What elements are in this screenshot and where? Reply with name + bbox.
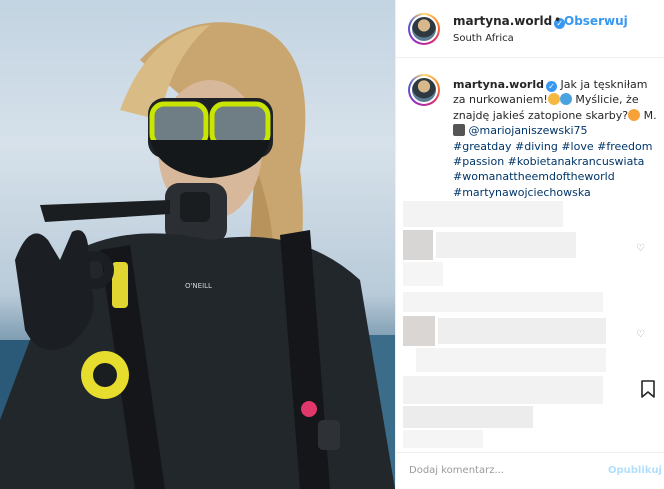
blurred-comment [403,292,603,312]
blurred-comment [403,262,443,286]
post-header: martyna.world ✓ • Obserwuj South Africa [396,0,664,58]
add-comment-bar: Dodaj komentarz... Opublikuj [396,452,664,489]
comment-input[interactable]: Dodaj komentarz... [409,465,504,476]
hashtag[interactable]: #greatday [453,140,512,153]
post-photo[interactable]: O'NEILL [0,0,395,489]
follow-button[interactable]: Obserwuj [564,14,628,28]
hashtag[interactable]: #diving [515,140,558,153]
caption-mention[interactable]: @mariojaniszewski75 [469,124,588,137]
instagram-post: O'NEILL martyna.world ✓ • Obserwuj South … [0,0,664,489]
hashtag[interactable]: #love [561,140,593,153]
blurred-comment [403,201,563,227]
author-avatar[interactable] [408,13,440,45]
diver-illustration: O'NEILL [0,22,395,489]
blurred-comment [416,348,606,372]
caption-username[interactable]: martyna.world [453,78,544,91]
hashtag[interactable]: #passion [453,155,504,168]
blurred-comment [403,376,603,404]
post-side-panel: martyna.world ✓ • Obserwuj South Africa m… [395,0,664,489]
blurred-comment [438,318,606,344]
heart-icon[interactable]: ♡ [636,244,646,254]
caption-text-3: M. [643,108,657,122]
winking-tongue-emoji-icon [628,108,641,121]
post-caption: martyna.world ✓ Jak ja tęskniłam za nurko… [453,77,658,200]
heart-eyes-emoji-icon [547,93,560,106]
camera-emoji-icon [453,124,465,137]
bookmark-icon[interactable] [640,380,656,398]
hashtag[interactable]: #kobietanakrancuswiata [508,155,645,168]
heart-icon[interactable]: ♡ [636,330,646,340]
svg-text:O'NEILL: O'NEILL [185,282,212,290]
wave-emoji-icon [559,93,572,106]
hashtag[interactable]: #freedom [597,140,652,153]
author-username[interactable]: martyna.world [453,14,552,28]
hashtag[interactable]: #womanattheemdoftheworld [453,170,615,183]
caption-avatar[interactable] [408,74,440,106]
post-location[interactable]: South Africa [453,33,514,44]
verified-badge-icon: ✓ [545,81,557,92]
blurred-comment-avatar [403,230,433,260]
blurred-comment [403,430,483,448]
hashtag[interactable]: #martynawojciechowska [453,186,591,199]
separator-dot: • [554,13,562,27]
author-username-link[interactable]: martyna.world ✓ [453,14,566,29]
publish-button[interactable]: Opublikuj [608,465,662,476]
blurred-comment-avatar [403,316,435,346]
blurred-comment [403,406,533,428]
blurred-comment [436,232,576,258]
